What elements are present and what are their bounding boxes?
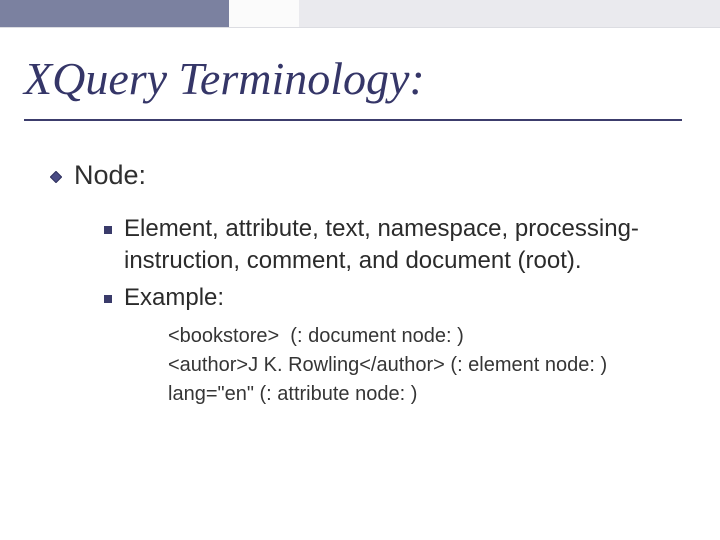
decorative-top-bar (0, 0, 720, 27)
level2-item-1: Example: (124, 282, 224, 314)
topbar-seg-light (229, 0, 299, 27)
bullet-level1: Node: (50, 160, 690, 191)
example-line: <author>J K. Rowling</author> (: element… (168, 351, 690, 380)
square-bullet-icon (104, 226, 112, 234)
topbar-seg-dark (0, 0, 229, 27)
example-block: <bookstore> (: document node: ) <author>… (168, 322, 690, 409)
title-underline (24, 119, 682, 121)
slide: XQuery Terminology: Node: Element, attri… (0, 0, 720, 540)
diamond-icon (50, 170, 62, 182)
bullet-level2: Element, attribute, text, namespace, pro… (104, 213, 690, 276)
level1-label: Node: (74, 160, 146, 191)
example-line: <bookstore> (: document node: ) (168, 322, 690, 351)
divider-line (0, 27, 720, 28)
slide-body: Node: Element, attribute, text, namespac… (50, 160, 690, 409)
example-line: lang="en" (: attribute node: ) (168, 380, 690, 409)
square-bullet-icon (104, 295, 112, 303)
bullet-level2: Example: (104, 282, 690, 314)
level2-item-0: Element, attribute, text, namespace, pro… (124, 213, 690, 276)
slide-title: XQuery Terminology: (24, 52, 425, 105)
topbar-seg-grey (299, 0, 720, 27)
